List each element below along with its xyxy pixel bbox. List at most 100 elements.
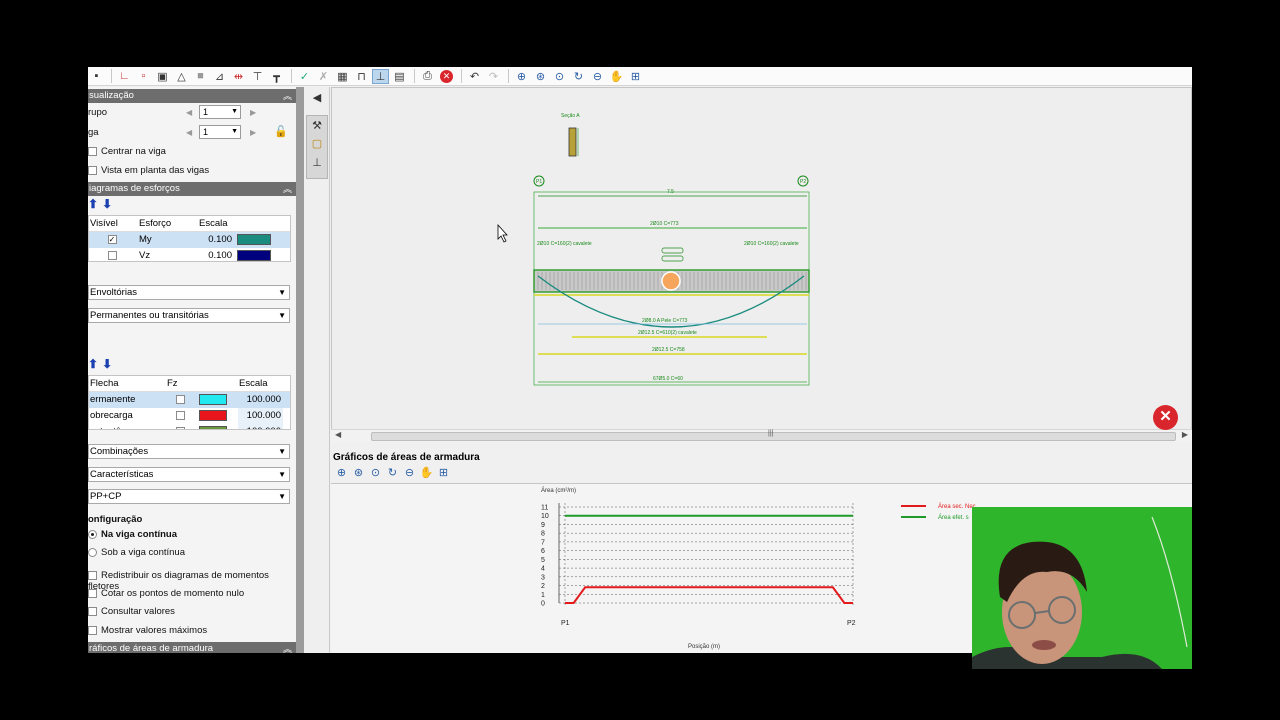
visivel-cell[interactable] bbox=[89, 248, 138, 261]
chevron-up-icon[interactable]: ︽ bbox=[283, 182, 292, 196]
arrow-down-icon[interactable]: ⬇ bbox=[102, 197, 116, 211]
viga-select[interactable]: 1 ▼ bbox=[199, 125, 241, 139]
redo-icon[interactable]: ↷ bbox=[485, 69, 502, 84]
radio-button[interactable] bbox=[88, 547, 97, 557]
table-row[interactable]: Vz 0.100 bbox=[89, 248, 290, 261]
checkbox[interactable] bbox=[88, 165, 97, 175]
table-row[interactable]: nstantânea 100.000 bbox=[89, 424, 290, 429]
arrow-up-icon[interactable]: ⬆ bbox=[88, 197, 102, 211]
zoom-in-icon[interactable]: ⊙ bbox=[367, 466, 384, 481]
color-swatch[interactable] bbox=[237, 250, 271, 261]
panel-splitter[interactable] bbox=[296, 87, 304, 653]
fz-cell[interactable] bbox=[166, 424, 198, 429]
beam-tool-icon[interactable]: ∟ bbox=[116, 69, 133, 84]
move-arrows[interactable]: ⬆⬇ bbox=[88, 197, 116, 211]
color-cell[interactable] bbox=[236, 232, 276, 248]
table-icon[interactable]: ▦ bbox=[334, 69, 351, 84]
section-header-visualizacao[interactable]: sualização ︽ bbox=[88, 89, 296, 103]
zoom-extents-icon[interactable]: ⊞ bbox=[435, 466, 452, 481]
caracteristicas-select[interactable]: Características ▼ bbox=[88, 467, 290, 482]
radio-button[interactable] bbox=[88, 529, 97, 539]
chevron-up-icon[interactable]: ︽ bbox=[283, 89, 292, 103]
checkbox[interactable]: ✓ bbox=[107, 234, 117, 244]
zoom-out-icon[interactable]: ⊖ bbox=[401, 466, 418, 481]
centrar-checkbox[interactable]: Centrar na viga bbox=[88, 146, 166, 157]
zoom-out-icon[interactable]: ⊖ bbox=[589, 69, 606, 84]
prev-arrow-icon[interactable]: ◀ bbox=[186, 128, 192, 137]
dimension-icon[interactable]: ⇹ bbox=[230, 69, 247, 84]
vista-checkbox[interactable]: Vista em planta das vigas bbox=[88, 165, 209, 176]
erase-icon[interactable]: ✗ bbox=[315, 69, 332, 84]
color-swatch[interactable] bbox=[199, 426, 227, 429]
checkbox[interactable] bbox=[176, 394, 185, 404]
check-icon[interactable]: ✓ bbox=[296, 69, 313, 84]
checkbox[interactable] bbox=[88, 625, 97, 635]
sob-viga-radio[interactable]: Sob a viga contínua bbox=[88, 547, 185, 558]
horizontal-scrollbar[interactable]: ◀ ||| ▶ bbox=[331, 429, 1192, 442]
close-icon[interactable]: ✕ bbox=[1153, 405, 1178, 430]
arrow-up-icon[interactable]: ⬆ bbox=[88, 357, 102, 371]
escala-cell[interactable]: 0.100 bbox=[188, 248, 236, 261]
checkbox[interactable] bbox=[107, 250, 117, 260]
print-icon[interactable]: ⎙ bbox=[419, 69, 436, 84]
report-icon[interactable]: ▤ bbox=[391, 69, 408, 84]
load-icon[interactable]: ⊓ bbox=[353, 69, 370, 84]
scroll-left-icon[interactable]: ◀ bbox=[335, 430, 341, 439]
section-icon[interactable]: ▣ bbox=[154, 69, 171, 84]
visivel-cell[interactable]: ✓ bbox=[89, 232, 138, 248]
pan-icon[interactable]: ✋ bbox=[608, 69, 625, 84]
zoom-fit-icon[interactable]: ⊕ bbox=[333, 466, 350, 481]
support-icon[interactable]: ⊥ bbox=[310, 156, 324, 170]
escala-cell[interactable]: 100.000 bbox=[238, 392, 283, 408]
checkbox[interactable] bbox=[88, 570, 97, 580]
color-swatch[interactable] bbox=[199, 410, 227, 421]
color-cell[interactable] bbox=[198, 392, 238, 408]
cotar-checkbox[interactable]: Cotar os pontos de momento nulo bbox=[88, 588, 244, 599]
diagram-icon[interactable]: ⊥ bbox=[372, 68, 389, 84]
combinacoes-select[interactable]: Combinações ▼ bbox=[88, 444, 290, 459]
hammer-icon[interactable]: ⚒ bbox=[310, 119, 324, 133]
move-arrows[interactable]: ⬆⬇ bbox=[88, 357, 116, 371]
pan-icon[interactable]: ✋ bbox=[418, 466, 435, 481]
zoom-window-icon[interactable]: ⊛ bbox=[350, 466, 367, 481]
color-cell[interactable] bbox=[198, 408, 238, 424]
rect-tool-icon[interactable]: ▫ bbox=[135, 69, 152, 84]
checkbox[interactable] bbox=[88, 588, 97, 598]
save-icon[interactable]: ▪ bbox=[88, 69, 105, 84]
color-cell[interactable] bbox=[198, 424, 238, 429]
escala-cell[interactable]: 100.000 bbox=[238, 408, 283, 424]
permanentes-select[interactable]: Permanentes ou transitórias ▼ bbox=[88, 308, 290, 323]
na-viga-radio[interactable]: Na viga contínua bbox=[88, 529, 177, 540]
measure-icon[interactable]: △ bbox=[173, 69, 190, 84]
fz-cell[interactable] bbox=[166, 408, 198, 424]
table-row[interactable]: obrecarga 100.000 bbox=[89, 408, 290, 424]
mostrar-checkbox[interactable]: Mostrar valores máximos bbox=[88, 625, 207, 636]
zoom-window-icon[interactable]: ⊛ bbox=[532, 69, 549, 84]
color-swatch[interactable] bbox=[237, 234, 271, 245]
table-row[interactable]: ermanente 100.000 bbox=[89, 392, 290, 408]
zoom-fit-icon[interactable]: ⊕ bbox=[513, 69, 530, 84]
pin-icon[interactable]: ⊤ bbox=[249, 69, 266, 84]
checkbox[interactable] bbox=[176, 410, 185, 420]
section-header-graficos[interactable]: ráficos de áreas de armadura ︽ bbox=[88, 642, 296, 653]
lock-icon[interactable]: 🔓 bbox=[274, 125, 288, 138]
escala-cell[interactable]: 100.000 bbox=[238, 424, 283, 429]
next-arrow-icon[interactable]: ▶ bbox=[250, 128, 256, 137]
collapse-left-icon[interactable]: ◀ bbox=[310, 91, 324, 105]
scroll-thumb[interactable] bbox=[371, 432, 1176, 441]
tee-icon[interactable]: ┳ bbox=[268, 69, 285, 84]
chevron-up-icon[interactable]: ︽ bbox=[283, 642, 292, 653]
refresh-icon[interactable]: ↻ bbox=[384, 466, 401, 481]
arrow-down-icon[interactable]: ⬇ bbox=[102, 357, 116, 371]
frame-icon[interactable]: ▢ bbox=[310, 137, 324, 151]
fill-icon[interactable]: ■ bbox=[192, 69, 209, 84]
fz-cell[interactable] bbox=[166, 392, 198, 408]
consultar-checkbox[interactable]: Consultar valores bbox=[88, 606, 175, 617]
prev-arrow-icon[interactable]: ◀ bbox=[186, 108, 192, 117]
drawing-canvas[interactable]: Seção A P1 P2 7.5 2Ø10 C=773 2Ø10 C=160(… bbox=[331, 87, 1192, 430]
zoom-in-icon[interactable]: ⊙ bbox=[551, 69, 568, 84]
grupo-select[interactable]: 1 ▼ bbox=[199, 105, 241, 119]
envoltorias-select[interactable]: Envoltórias ▼ bbox=[88, 285, 290, 300]
axis-icon[interactable]: ⊿ bbox=[211, 69, 228, 84]
color-swatch[interactable] bbox=[199, 394, 227, 405]
